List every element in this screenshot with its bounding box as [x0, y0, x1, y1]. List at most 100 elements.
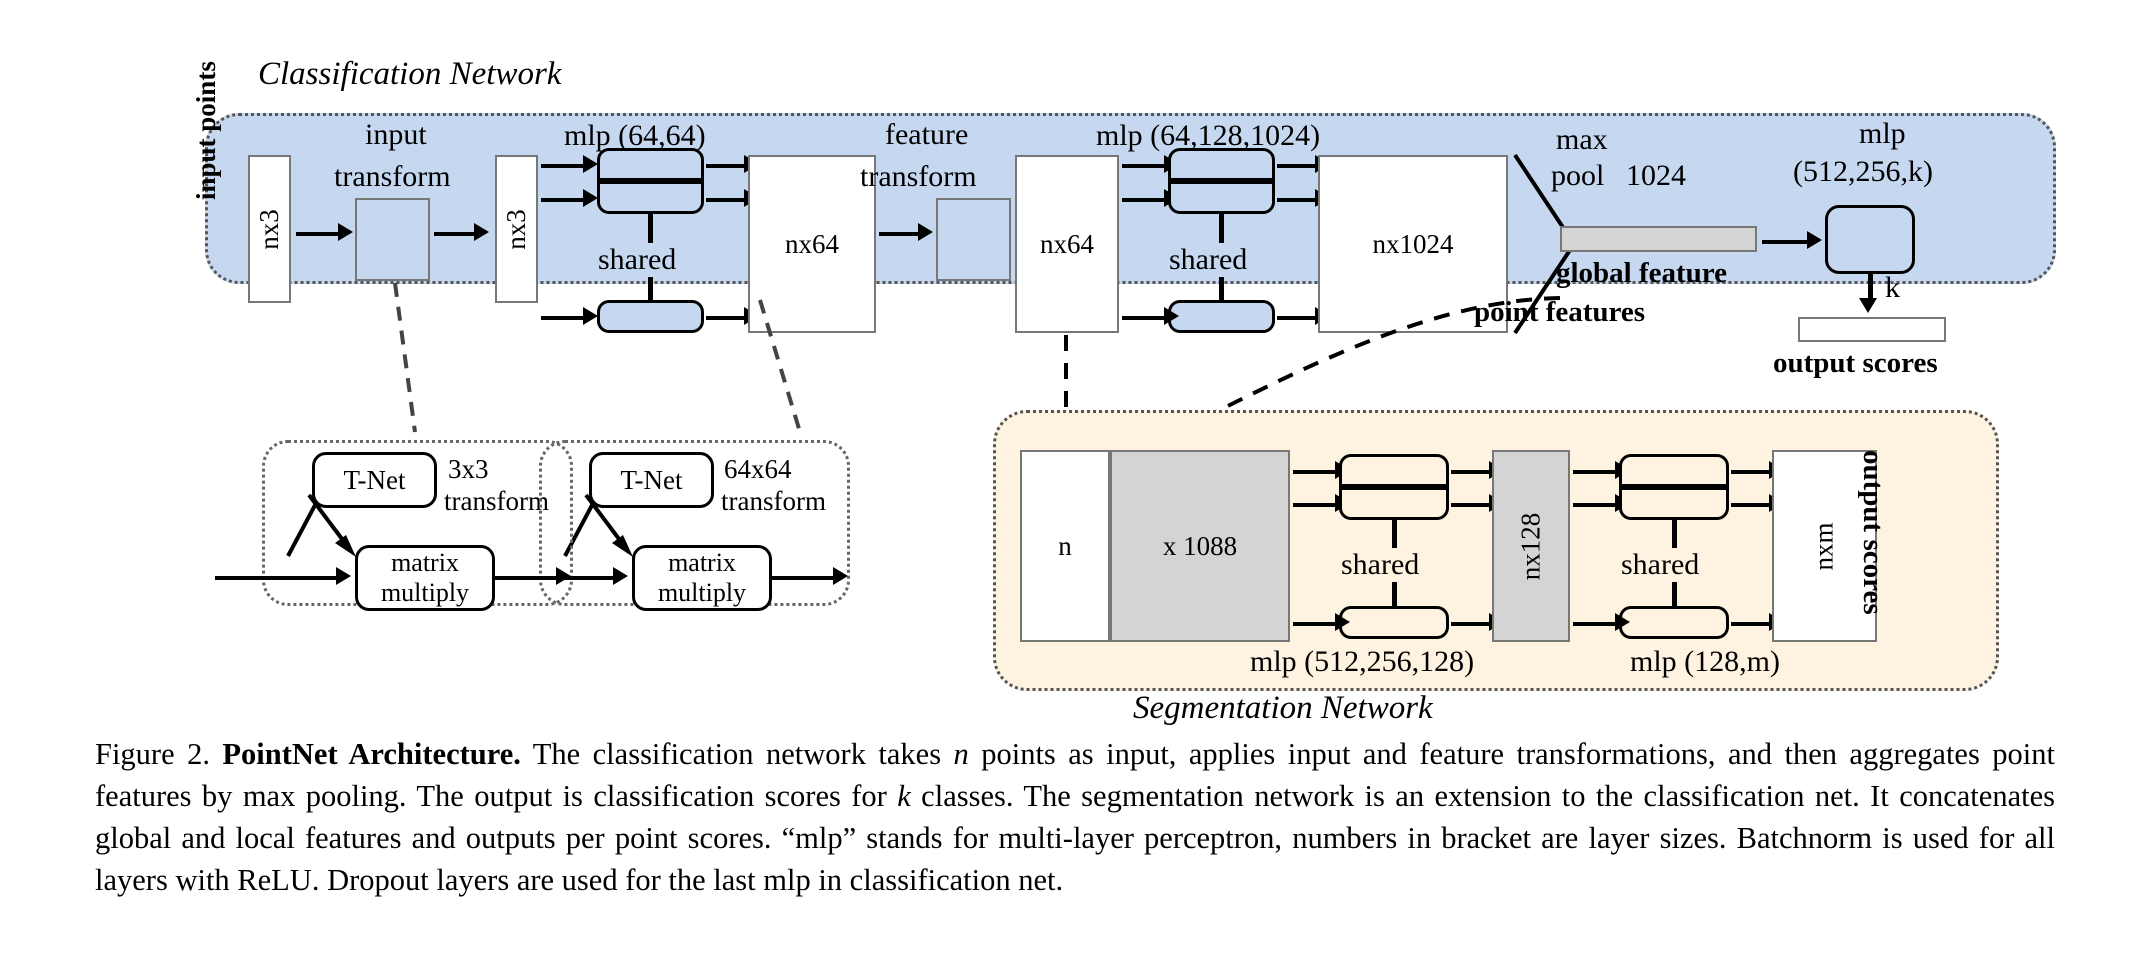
- figure-root: Classification Network input points nx3 …: [0, 0, 2147, 956]
- arrow-head: [1807, 231, 1822, 249]
- arrow-line: [706, 164, 748, 168]
- mlp1-bar-bottom: [597, 181, 704, 214]
- tensor-nx64-a: nx64: [748, 155, 876, 333]
- feature-transform-label-2: transform: [860, 160, 977, 193]
- mlp2-bar-bottom: [1168, 181, 1275, 214]
- caption-title: PointNet Architecture.: [222, 737, 521, 771]
- tensor-input-nx3-label: nx3: [254, 208, 284, 250]
- arrow-line: [434, 232, 477, 236]
- segmentation-network-title: Segmentation Network: [1133, 690, 1433, 726]
- arrow-head: [1615, 613, 1630, 631]
- classification-network-title: Classification Network: [258, 56, 562, 92]
- arrow-line: [1293, 503, 1339, 507]
- concat-n-label: n: [1058, 530, 1072, 561]
- caption-body-1: The classification network takes: [520, 737, 954, 771]
- arrow-head: [583, 155, 598, 173]
- tnet2-in-line: [492, 576, 616, 580]
- tnet2-matmul-box: matrix multiply: [632, 545, 772, 611]
- maxpool-label-2: pool: [1551, 159, 1605, 192]
- caption-math-k: k: [897, 779, 911, 814]
- arrow-head: [583, 307, 598, 325]
- tensor-input-nx3: nx3: [248, 155, 291, 303]
- output-scores-label: output scores: [1773, 347, 1938, 379]
- global-feature-size-label: 1024: [1626, 159, 1686, 192]
- mlp5-shared-stem-lower: [1672, 582, 1677, 608]
- arrow-line: [1762, 240, 1812, 244]
- arrow-line: [1293, 622, 1339, 626]
- arrow-line: [1573, 470, 1619, 474]
- mlp4-shared-label: shared: [1341, 548, 1420, 581]
- mlp2-shared-stem-lower: [1219, 277, 1224, 302]
- tensor-nx64-b: nx64: [1015, 155, 1119, 333]
- mlp4-bar-bottom: [1339, 487, 1449, 520]
- tensor-nx3-transformed: nx3: [495, 155, 538, 303]
- point-features-label: point features: [1474, 296, 1646, 328]
- mlp3-label-1: mlp: [1859, 117, 1906, 150]
- tnet1-in-line: [215, 576, 339, 580]
- tnet2-transform-label-2: transform: [721, 486, 826, 516]
- mlp1-shared-stem-upper: [648, 214, 653, 243]
- arrow-line: [1573, 622, 1619, 626]
- tensor-nx3-transformed-label: nx3: [501, 208, 531, 250]
- arrow-line: [541, 316, 587, 320]
- arrow-line: [706, 198, 748, 202]
- feature-transform-box: [936, 198, 1011, 281]
- k-arrow-line: [1868, 274, 1873, 301]
- mlp1-bar-top: [597, 148, 704, 181]
- tnet1-transform-label-2: transform: [444, 486, 549, 516]
- tnet2-out-arrow: [833, 567, 848, 585]
- mlp1-label: mlp (64,64): [564, 119, 706, 152]
- tnet1-label: T-Net: [343, 464, 406, 495]
- maxpool-label-1: max: [1556, 123, 1608, 156]
- arrow-line: [1122, 198, 1168, 202]
- input-transform-box: [355, 198, 430, 281]
- arrow-head: [1335, 613, 1350, 631]
- arrow-line: [1293, 470, 1339, 474]
- arrow-head: [474, 223, 489, 241]
- mlp5-bar-third: [1619, 606, 1729, 639]
- leader-input-transform: [393, 282, 417, 433]
- tensor-nx128: nx128: [1492, 450, 1570, 642]
- mlp5-label: mlp (128,m): [1630, 645, 1780, 678]
- tnet1-matmul-box: matrix multiply: [355, 545, 495, 611]
- segmentation-output-scores-label: output scores: [1857, 450, 1889, 615]
- mlp4-shared-stem-upper: [1392, 520, 1397, 548]
- caption-math-n: n: [953, 737, 969, 771]
- arrow-line: [1573, 503, 1619, 507]
- global-feature-bar: [1560, 226, 1757, 252]
- tensor-nx64-a-label: nx64: [785, 228, 839, 259]
- concat-box-gray: x 1088: [1110, 450, 1290, 642]
- arrow-line: [1277, 316, 1319, 320]
- arrow-line: [1277, 198, 1319, 202]
- global-feature-label: global feature: [1556, 257, 1728, 289]
- mlp3-box: [1825, 205, 1915, 274]
- arrow-line: [1731, 622, 1773, 626]
- tnet2-transform-label-1: 64x64: [724, 454, 792, 484]
- arrow-line: [1731, 503, 1773, 507]
- arrow-line: [296, 232, 342, 236]
- mlp5-bar-top: [1619, 454, 1729, 487]
- tnet1-box: T-Net: [312, 452, 437, 508]
- arrow-head: [338, 223, 353, 241]
- mlp4-shared-stem-lower: [1392, 582, 1397, 608]
- arrow-line: [541, 198, 587, 202]
- tensor-nx1024-label: nx1024: [1372, 228, 1454, 259]
- mlp5-bar-bottom: [1619, 487, 1729, 520]
- tnet2-out-line: [771, 576, 839, 580]
- arrow-head: [583, 189, 598, 207]
- tensor-nxm-label: nxm: [1808, 521, 1839, 571]
- mlp5-shared-label: shared: [1621, 548, 1700, 581]
- arrow-line: [1122, 164, 1168, 168]
- input-transform-label-2: transform: [334, 160, 451, 193]
- mlp2-label: mlp (64,128,1024): [1096, 119, 1321, 152]
- mlp1-bar-third: [597, 300, 704, 333]
- feature-transform-label-1: feature: [885, 118, 969, 151]
- mlp3-label-2: (512,256,k): [1793, 155, 1933, 188]
- tnet1-matmul-label-2: multiply: [380, 578, 470, 607]
- input-points-label: input points: [191, 61, 221, 200]
- tnet1-matmul-label-1: matrix: [391, 548, 459, 577]
- concat-dim-label: x 1088: [1162, 530, 1238, 561]
- mlp5-shared-stem-upper: [1672, 520, 1677, 548]
- mlp4-label: mlp (512,256,128): [1250, 645, 1475, 678]
- figure-caption: Figure 2. PointNet Architecture. The cla…: [95, 733, 2055, 901]
